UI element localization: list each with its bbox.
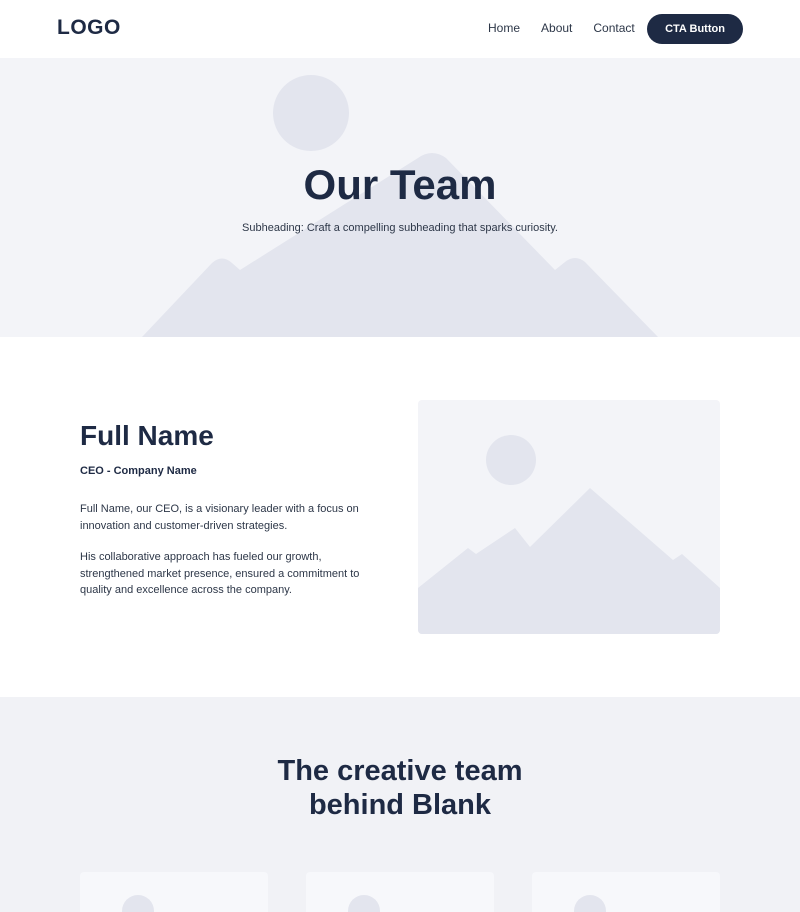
logo[interactable]: LOGO [57, 16, 121, 40]
ceo-name: Full Name [80, 420, 214, 451]
ceo-role: CEO - Company Name [80, 465, 197, 477]
hero-section: Our Team Subheading: Craft a compelling … [0, 58, 800, 337]
cta-button[interactable]: CTA Button [647, 14, 743, 44]
image-placeholder-icon [418, 435, 720, 634]
nav-link-home[interactable]: Home [488, 20, 520, 36]
site-header: LOGO Home About Contact CTA Button [0, 0, 800, 58]
team-title-line-1: The creative team [277, 755, 523, 787]
team-member-card [532, 872, 720, 912]
nav-link-about[interactable]: About [541, 20, 572, 36]
team-title-line-2: behind Blank [308, 789, 492, 821]
team-section: The creative team behind Blank [0, 697, 800, 912]
ceo-photo-placeholder [418, 400, 720, 634]
ceo-bio-paragraph-2: His collaborative approach has fueled ou… [80, 551, 360, 596]
team-member-card [306, 872, 494, 912]
avatar-placeholder-icon [348, 895, 380, 912]
main-nav: Home About Contact [488, 20, 635, 36]
team-member-card [80, 872, 268, 912]
avatar-placeholder-icon [574, 895, 606, 912]
avatar-placeholder-icon [122, 895, 154, 912]
ceo-profile-section: Full Name CEO - Company Name Full Name, … [0, 337, 800, 697]
hero-subheading: Subheading: Craft a compelling subheadin… [242, 222, 558, 234]
team-section-title: The creative team behind Blank [0, 754, 800, 822]
nav-link-contact[interactable]: Contact [593, 20, 634, 36]
ceo-bio-paragraph-1: Full Name, our CEO, is a visionary leade… [80, 503, 359, 532]
page-title: Our Team [303, 161, 497, 208]
